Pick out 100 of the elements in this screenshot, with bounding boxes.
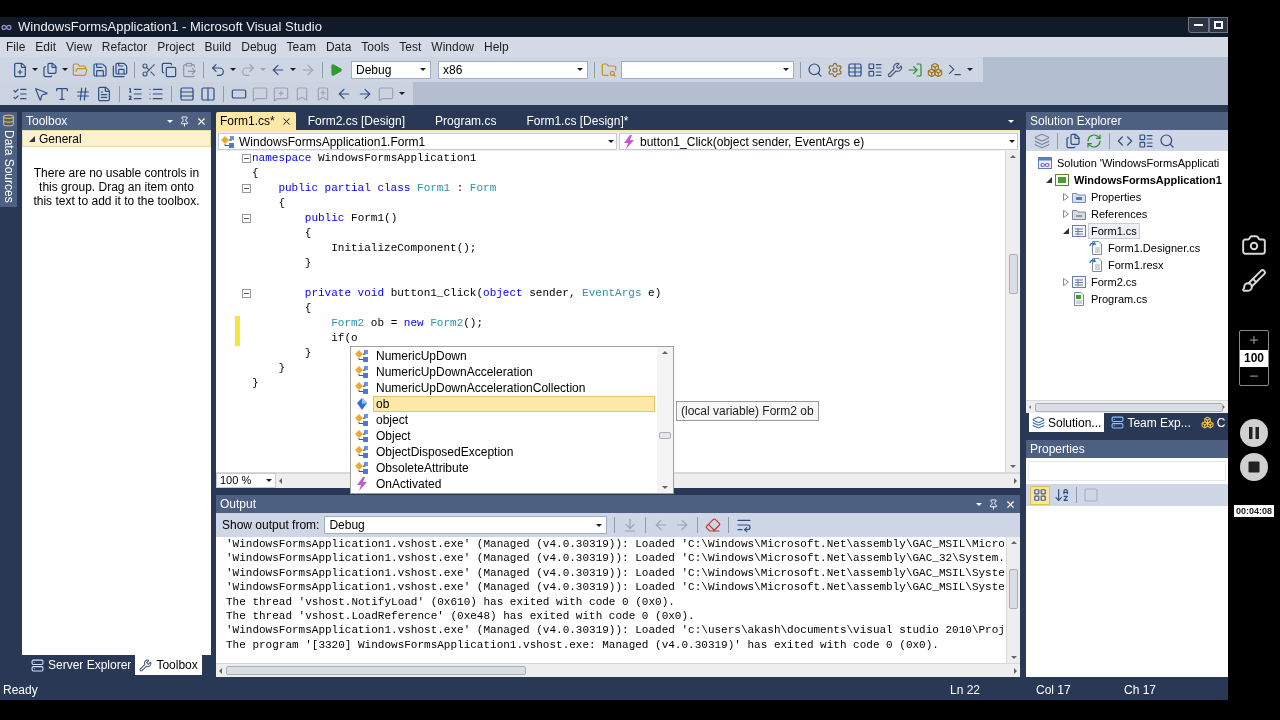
right-arrow-icon[interactable] [1014, 478, 1017, 484]
scroll-thumb[interactable] [1008, 254, 1018, 294]
expander-icon[interactable] [1063, 227, 1069, 234]
dropdown-arrow-icon[interactable] [290, 68, 296, 71]
vertical-scrollbar[interactable] [1005, 151, 1020, 472]
scroll-thumb[interactable] [659, 432, 671, 439]
rows-icon[interactable] [179, 85, 195, 102]
configuration-dropdown[interactable]: Debug [351, 60, 431, 79]
stop-icon[interactable] [1240, 453, 1268, 481]
completion-item[interactable]: NumericUpDownAcceleration [373, 364, 655, 380]
down-arrow-icon[interactable] [662, 486, 668, 489]
files-icon[interactable] [1065, 132, 1081, 149]
dropdown-arrow-icon[interactable] [62, 68, 68, 71]
wrench-icon[interactable] [887, 61, 903, 78]
completion-item[interactable]: NumericUpDown [373, 348, 655, 364]
dropdown-arrow-icon[interactable] [577, 68, 583, 71]
panel-tab[interactable]: C [1197, 413, 1229, 432]
tree-item[interactable]: Form1.resx [1105, 256, 1167, 273]
clipboard-icon[interactable] [181, 61, 197, 78]
close-icon[interactable] [196, 115, 207, 127]
menu-item[interactable]: Project [152, 38, 200, 56]
menu-item[interactable]: Tools [356, 38, 395, 56]
dropdown-arrow-icon[interactable] [967, 68, 973, 71]
menu-item[interactable]: Help [479, 38, 514, 56]
type-dropdown[interactable]: WindowsFormsApplication1.Form1 [218, 133, 617, 150]
tree-item[interactable]: Solution 'WindowsFormsApplicati [1054, 154, 1223, 171]
output-source-dropdown[interactable]: Debug [324, 516, 608, 534]
boxes-icon[interactable] [927, 61, 943, 78]
completion-item[interactable]: ob [373, 396, 655, 412]
refresh-icon[interactable] [1086, 132, 1102, 149]
dropdown-arrow-icon[interactable] [420, 68, 426, 71]
menu-item[interactable]: Refactor [96, 38, 153, 56]
dropdown-arrow-icon[interactable] [596, 523, 603, 527]
document-tab[interactable]: Form1.cs [Design]* [518, 112, 637, 130]
tree-item[interactable]: Program.cs [1088, 290, 1151, 307]
dropdown-arrow-icon[interactable] [167, 119, 173, 123]
zoom-dropdown[interactable]: 100 % [216, 473, 276, 488]
platform-dropdown[interactable]: x86 [438, 60, 588, 79]
dropdown-arrow-icon[interactable] [783, 68, 789, 71]
menu-item[interactable]: Edit [30, 38, 62, 56]
scissors-icon[interactable] [141, 61, 157, 78]
right-arrow-icon[interactable] [1014, 667, 1017, 674]
dropdown-arrow-icon[interactable] [1008, 119, 1014, 123]
down-arrow-icon[interactable] [1010, 656, 1017, 659]
dropdown-arrow-icon[interactable] [976, 502, 982, 506]
right-arrow-icon[interactable] [1223, 404, 1225, 410]
completion-item[interactable]: OnActivated [373, 476, 655, 492]
scroll-thumb[interactable] [226, 666, 526, 675]
menu-item[interactable]: Window [426, 38, 480, 56]
vertical-scrollbar[interactable] [1006, 537, 1020, 663]
file-text-icon[interactable] [96, 85, 112, 102]
files-icon[interactable] [42, 61, 58, 78]
numbered-list-icon[interactable] [127, 85, 143, 102]
up-arrow-icon[interactable] [1010, 541, 1017, 544]
tree-item[interactable]: Form1.cs [1088, 222, 1140, 239]
dropdown-arrow-icon[interactable] [266, 479, 272, 482]
menu-item[interactable]: Test [394, 38, 427, 56]
minimize-button[interactable] [1188, 17, 1209, 33]
completion-item[interactable]: ObjectDisposedException [373, 444, 655, 460]
vertical-scrollbar[interactable] [657, 347, 673, 493]
tree-item[interactable]: Form2.cs [1088, 273, 1140, 290]
hash-icon[interactable] [75, 85, 91, 102]
expander-icon[interactable] [29, 135, 35, 142]
horizontal-scrollbar[interactable] [1026, 400, 1228, 413]
scroll-thumb[interactable] [1009, 569, 1018, 609]
left-arrow-icon[interactable] [279, 478, 282, 484]
tree-item[interactable]: Form1.Designer.cs [1105, 239, 1204, 256]
search-icon[interactable] [807, 61, 823, 78]
columns-icon[interactable] [200, 85, 216, 102]
document-tab[interactable]: Program.cs [427, 112, 505, 130]
camera-icon[interactable] [1241, 232, 1267, 258]
undo-icon[interactable] [210, 61, 226, 78]
dropdown-arrow-icon[interactable] [1009, 140, 1015, 143]
document-tab[interactable]: Form2.cs [Design] [299, 112, 414, 130]
completion-item[interactable]: Object [373, 428, 655, 444]
group-header[interactable]: General [22, 130, 211, 147]
collapse-icon[interactable] [241, 184, 251, 193]
plus-icon[interactable] [1248, 334, 1260, 346]
table-icon[interactable] [847, 61, 863, 78]
document-tab[interactable]: Form1.cs* [216, 112, 296, 130]
save-icon[interactable] [92, 61, 108, 78]
member-dropdown[interactable]: button1_Click(object sender, EventArgs e) [619, 133, 1018, 150]
down-arrow-icon[interactable] [1010, 465, 1016, 468]
menu-item[interactable]: Team [281, 38, 321, 56]
pause-icon[interactable] [1240, 419, 1268, 447]
panel-tab[interactable]: Solution... [1029, 413, 1105, 432]
file-plus-icon[interactable] [12, 61, 28, 78]
panel-tab[interactable]: Server Explorer [27, 655, 136, 675]
completion-item[interactable]: NumericUpDownAccelerationCollection [373, 380, 655, 396]
play-icon[interactable] [329, 62, 343, 77]
settings-icon[interactable] [827, 61, 843, 78]
sort-az-icon[interactable] [1054, 487, 1070, 503]
up-arrow-icon[interactable] [1010, 155, 1016, 158]
layout-list-icon[interactable] [1138, 132, 1154, 149]
layout-list-icon[interactable] [867, 61, 883, 78]
tree-item[interactable]: WindowsFormsApplication1 [1071, 171, 1225, 188]
overflow-icon[interactable] [399, 92, 405, 95]
eraser-icon[interactable] [705, 517, 722, 533]
close-icon[interactable] [280, 115, 292, 127]
collapse-icon[interactable] [241, 214, 251, 223]
